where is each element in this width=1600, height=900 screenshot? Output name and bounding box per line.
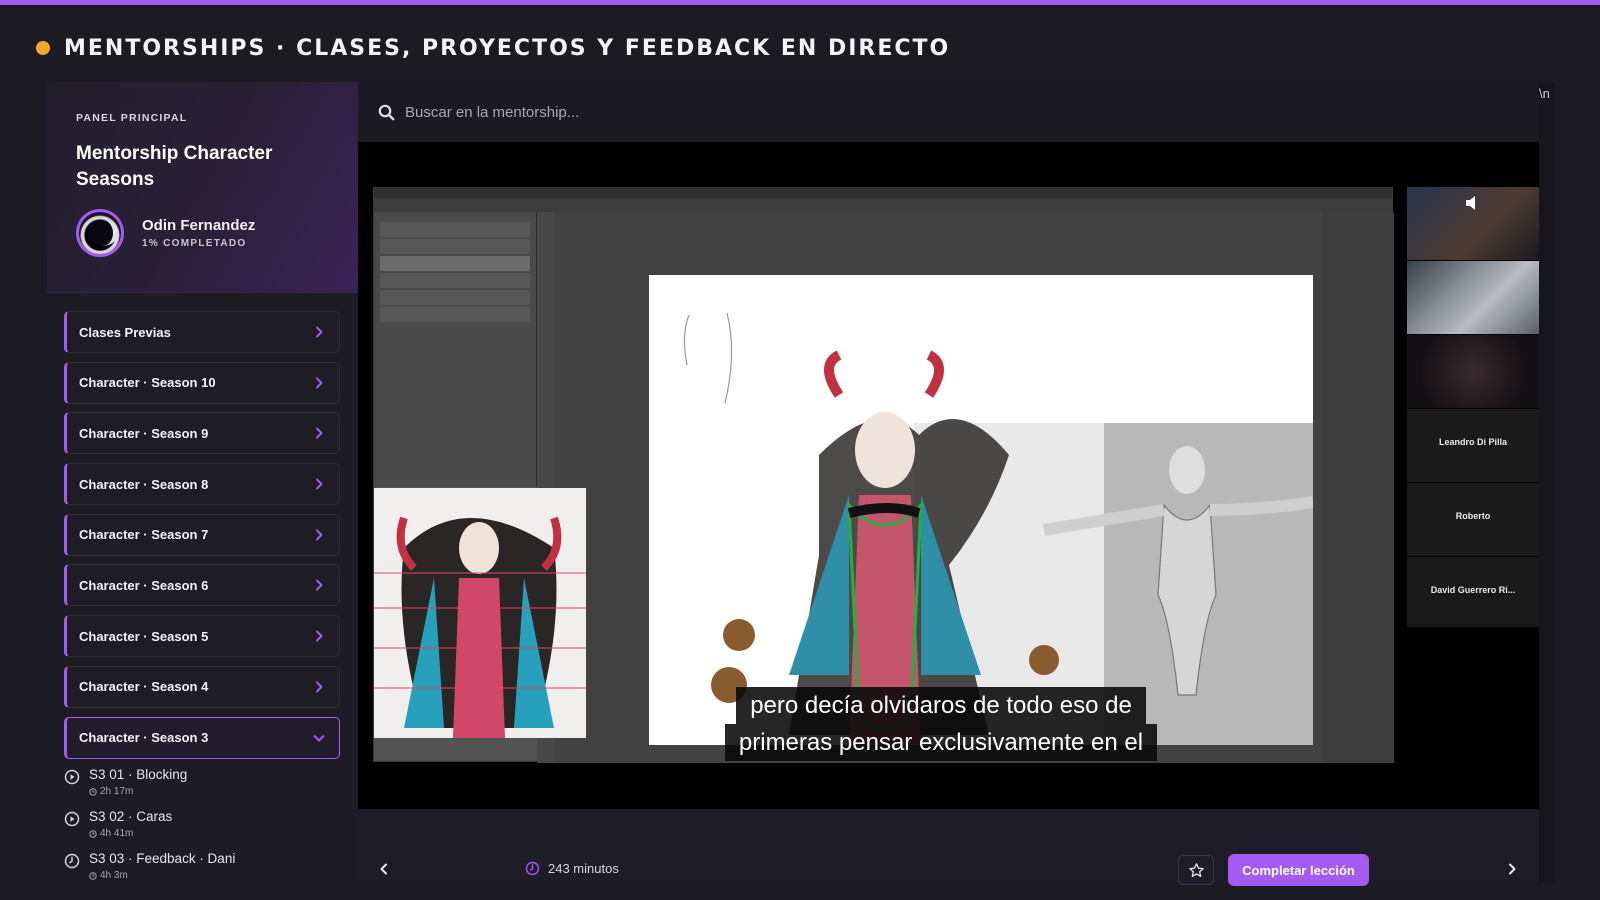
- season-menu: Clases Previas Character · Season 10 Cha…: [47, 293, 358, 882]
- participant-name: David Guerrero Ri...: [1430, 585, 1516, 595]
- lesson-title: S3 03 · Feedback · Dani: [89, 851, 236, 867]
- chevron-left-icon[interactable]: [376, 861, 392, 877]
- favorite-button[interactable]: [1178, 855, 1214, 885]
- avatar: [76, 209, 124, 257]
- clock-icon: [89, 787, 97, 796]
- participant-tile: Roberto: [1407, 483, 1539, 557]
- lesson-duration: 4h 41m: [100, 828, 134, 840]
- menu-item-label: Character · Season 8: [79, 476, 209, 492]
- menu-item-label: Clases Previas: [79, 324, 171, 340]
- chevron-right-icon: [316, 377, 323, 389]
- subtitle-line-2: primeras pensar exclusivamente en el: [724, 724, 1158, 761]
- video-player[interactable]: Leandro Di Pilla Roberto David Guerrero …: [358, 142, 1539, 809]
- menu-item-label: Character · Season 3: [79, 730, 209, 745]
- lesson-duration: 4h 3m: [100, 870, 128, 882]
- chevron-right-icon: [316, 630, 323, 642]
- menu-item-label: Character · Season 4: [79, 679, 209, 695]
- chevron-right-icon: [316, 681, 323, 693]
- user-progress: 1% COMPLETADO: [142, 238, 247, 249]
- user-card: Odin Fernandez 1% COMPLETADO: [76, 209, 330, 257]
- menu-item-season-7[interactable]: Character · Season 7: [64, 513, 340, 556]
- page-title: MENTORSHIPS · CLASES, PROYECTOS Y FEEDBA…: [64, 35, 951, 61]
- webcam-tile: [1407, 261, 1539, 335]
- scroll-edge: [1539, 82, 1554, 882]
- play-circle-icon: [64, 811, 80, 827]
- subtitle-line-1: pero decía olvidaros de todo eso de: [736, 687, 1146, 724]
- page-header: MENTORSHIPS · CLASES, PROYECTOS Y FEEDBA…: [36, 34, 950, 62]
- lesson-item[interactable]: S3 03 · Feedback · Dani 4h 3m: [64, 851, 340, 882]
- complete-lesson-button[interactable]: Completar lección: [1228, 854, 1369, 886]
- search-bar: [358, 82, 1539, 142]
- lesson-title: S3 01 · Blocking: [89, 767, 188, 783]
- chevron-right-icon: [316, 579, 323, 591]
- menu-item-label: Character · Season 5: [79, 628, 209, 644]
- lesson-title: S3 02 · Caras: [89, 809, 173, 825]
- lesson-item[interactable]: S3 02 · Caras 4h 41m: [64, 809, 340, 851]
- chevron-right-icon[interactable]: [1504, 861, 1520, 877]
- participant-tile: Leandro Di Pilla: [1407, 409, 1539, 483]
- menu-item-label: Character · Season 9: [79, 425, 209, 441]
- sidebar: PANEL PRINCIPAL Mentorship Character Sea…: [47, 82, 358, 882]
- clock-icon: [89, 871, 97, 880]
- chevron-right-icon: [316, 326, 323, 338]
- menu-item-label: Character · Season 7: [79, 527, 209, 543]
- clock-icon: [89, 829, 97, 838]
- menu-item-season-9[interactable]: Character · Season 9: [64, 412, 340, 455]
- menu-item-season-10[interactable]: Character · Season 10: [64, 361, 340, 404]
- lesson-controls: 243 minutos Completar lección: [358, 809, 1539, 886]
- play-circle-icon: [64, 769, 80, 785]
- participant-tile: David Guerrero Ri...: [1407, 557, 1539, 631]
- chevron-right-icon: [316, 478, 323, 490]
- character-artwork: [683, 312, 1313, 745]
- lesson-duration-total: 243 minutos: [525, 861, 619, 876]
- menu-item-season-5[interactable]: Character · Season 5: [64, 615, 340, 658]
- menu-item-label: Character · Season 10: [79, 375, 216, 391]
- menu-item-label: Character · Season 6: [79, 577, 209, 593]
- sidebar-eyebrow: PANEL PRINCIPAL: [76, 112, 188, 124]
- course-title: Mentorship Character Seasons: [76, 143, 273, 190]
- webcam-tile: [1407, 187, 1539, 261]
- chevron-right-icon: [316, 427, 323, 439]
- top-accent-bar: [0, 0, 1600, 5]
- status-dot: [36, 41, 50, 55]
- menu-item-clases-previas[interactable]: Clases Previas: [64, 311, 340, 353]
- main-panel: Leandro Di Pilla Roberto David Guerrero …: [358, 82, 1539, 886]
- webcam-tile: [1407, 335, 1539, 409]
- chevron-right-icon: [316, 529, 323, 541]
- menu-item-season-3[interactable]: Character · Season 3: [64, 716, 340, 759]
- lesson-duration: 2h 17m: [100, 786, 134, 798]
- speaker-icon: [1466, 196, 1475, 210]
- participants-panel: Leandro Di Pilla Roberto David Guerrero …: [1407, 187, 1539, 631]
- chevron-down-icon: [313, 734, 325, 741]
- menu-item-season-4[interactable]: Character · Season 4: [64, 665, 340, 708]
- properties-panel: [1323, 212, 1394, 763]
- menu-item-season-8[interactable]: Character · Season 8: [64, 463, 340, 506]
- video-frame-photoshop: [373, 187, 1394, 763]
- sidebar-header: PANEL PRINCIPAL Mentorship Character Sea…: [47, 82, 358, 292]
- clock-icon: [525, 861, 540, 876]
- clock-icon: [64, 853, 80, 869]
- menu-item-season-6[interactable]: Character · Season 6: [64, 564, 340, 607]
- user-name: Odin Fernandez: [142, 217, 256, 234]
- subtitles: pero decía olvidaros de todo eso de prim…: [701, 687, 1181, 761]
- duration-text: 243 minutos: [548, 861, 619, 876]
- lesson-item[interactable]: S3 01 · Blocking 2h 17m: [64, 767, 340, 809]
- layers-panel: [374, 212, 537, 487]
- search-icon: [378, 104, 395, 120]
- search-input[interactable]: [405, 103, 1005, 121]
- star-icon: [1188, 862, 1204, 877]
- edge-text: \n: [1539, 86, 1550, 101]
- participant-name: Roberto: [1455, 511, 1491, 521]
- participant-name: Leandro Di Pilla: [1438, 437, 1507, 447]
- reference-image: [374, 488, 586, 738]
- artwork-canvas: [649, 275, 1313, 745]
